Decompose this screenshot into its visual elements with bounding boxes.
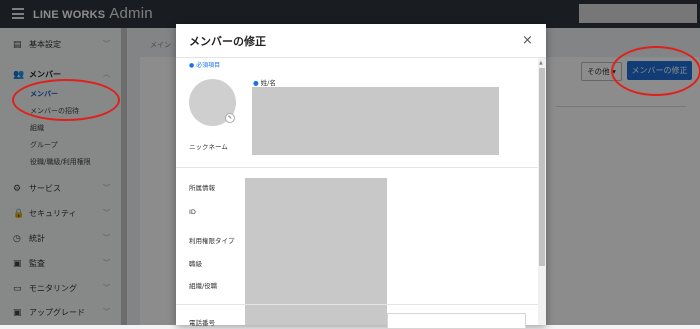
name-label-text: 姓/名	[260, 79, 276, 87]
field-label-permission-type: 利用権限タイプ	[189, 237, 235, 245]
name-label: ● 姓/名	[253, 77, 276, 87]
required-note: ● 必須項目	[189, 62, 221, 69]
dialog-scrollbar[interactable]: ▲	[538, 58, 546, 325]
section-divider	[176, 167, 538, 168]
phone-input[interactable]	[387, 313, 526, 329]
scrollbar-thumb[interactable]	[539, 68, 545, 266]
edit-member-dialog: メンバーの修正 × ● 必須項目 ✎ ● 姓/名 ニックネーム 所属情報 ID 利…	[176, 24, 546, 329]
close-icon[interactable]: ×	[522, 34, 533, 47]
field-label-phone: 電話番号	[189, 319, 215, 327]
dialog-header-divider	[176, 57, 546, 58]
section-divider	[176, 304, 538, 305]
dialog-title: メンバーの修正	[189, 35, 266, 48]
field-label-id: ID	[189, 208, 196, 216]
required-dot-icon: ●	[253, 79, 259, 87]
name-fields-redacted[interactable]	[252, 87, 499, 155]
field-label-affiliation: 所属情報	[189, 184, 215, 192]
scroll-up-icon[interactable]: ▲	[539, 60, 543, 66]
photo-edit-icon[interactable]: ✎	[225, 113, 235, 123]
member-info-redacted	[245, 178, 387, 325]
field-label-rank: 職級	[189, 260, 202, 268]
nickname-label: ニックネーム	[189, 143, 228, 151]
annotation-oval-edit-button	[611, 46, 700, 96]
field-label-org-position: 組織/役職	[189, 282, 218, 290]
annotation-oval-sidebar	[12, 79, 120, 121]
